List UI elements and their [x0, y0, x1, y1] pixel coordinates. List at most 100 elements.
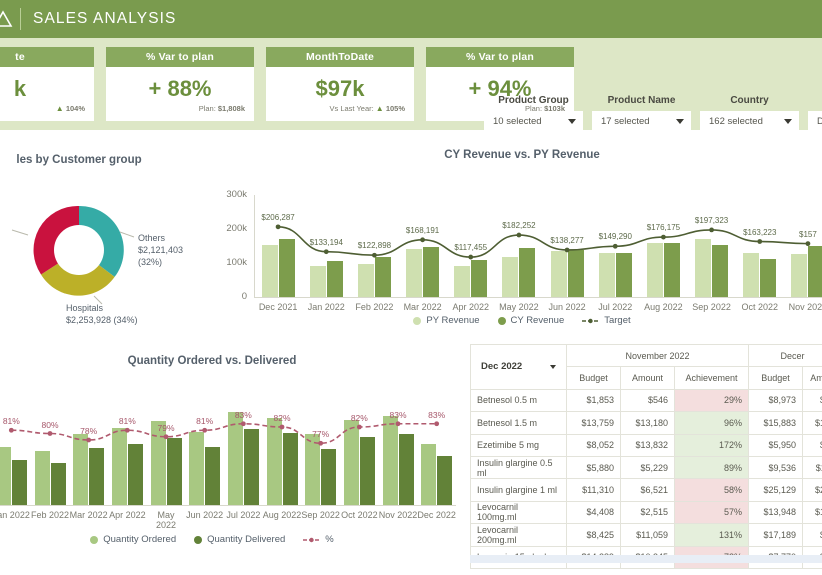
table-cell-r0-c3: 29% — [673, 388, 750, 413]
header-divider — [20, 8, 21, 30]
table-subheader-4[interactable]: Amo — [802, 366, 822, 390]
filter-0-label: Product Group — [498, 95, 569, 106]
table-cell-r6-c5: $4 — [802, 523, 822, 547]
table-row[interactable]: Ezetimibe 5 mg$8,052$13,832172%$5,950$6 — [470, 433, 822, 457]
qty-legend-swatch-0 — [90, 535, 99, 544]
cy-point-label-11: $157 — [799, 229, 817, 239]
filter-1-dropdown[interactable]: 17 selected — [592, 111, 691, 132]
table-row[interactable]: Betnesol 1.5 m$13,759$13,18096%$15,883$1… — [470, 411, 822, 435]
donut-chart: Others $2,121,403 (32%) Hospitals $2,253… — [0, 180, 196, 325]
filter-2-value: 162 selected — [709, 116, 763, 127]
table-period-label: Dec 2022 — [481, 361, 523, 373]
table-cell-r0-c5: $6 — [802, 388, 822, 413]
table-cell-r3-c2: $5,229 — [620, 455, 675, 480]
donut-hole — [54, 225, 104, 275]
cy-legend-swatch-0 — [413, 316, 422, 325]
chevron-down-icon — [784, 119, 792, 124]
cy-legend-item-2[interactable]: Target — [582, 315, 631, 326]
table-cell-r5-c5: $13 — [802, 500, 822, 525]
table-cell-r2-c0: Ezetimibe 5 mg — [470, 433, 567, 457]
qty-point-label-5: 81% — [196, 416, 214, 427]
qty-point-label-0: 81% — [2, 416, 20, 427]
cy-point-label-9: $197,323 — [694, 215, 729, 225]
table-cell-r0-c4: $8,973 — [748, 388, 804, 413]
cy-point-label-8: $176,175 — [646, 223, 681, 233]
qty-legend-swatch-1 — [194, 535, 203, 544]
qty-point-label-3: 81% — [118, 416, 136, 427]
cy-legend-label-1: CY Revenue — [510, 315, 565, 326]
kpi-card-1-body: + 88% Plan: $1,808k — [106, 67, 254, 121]
qty-legend-item-0[interactable]: Quantity Ordered — [90, 534, 176, 545]
table-cell-r4-c4: $25,129 — [748, 478, 804, 502]
filter-2-dropdown[interactable]: 162 selected — [700, 111, 799, 132]
filter-1: Product Name 17 selected — [592, 95, 691, 132]
horizontal-scrollbar[interactable] — [470, 555, 822, 563]
app-header: SALES ANALYSIS — [0, 0, 822, 38]
cy-py-legend: PY Revenue CY Revenue Target — [208, 315, 822, 326]
cy-legend-line-icon — [582, 317, 600, 325]
kpi-card-2-subtext: Vs Last Year: ▲ 105% — [329, 104, 406, 114]
qty-point-label-2: 78% — [80, 426, 98, 436]
donut-label-hospitals-value: $2,253,928 (34%) — [66, 315, 138, 326]
table-subheader-1[interactable]: Amount — [620, 366, 675, 390]
table-cell-r1-c1: $13,759 — [566, 411, 621, 435]
filter-3-dropdown[interactable]: Do — [808, 111, 822, 132]
table-cell-r6-c3: 131% — [673, 523, 750, 547]
table-cell-r1-c2: $13,180 — [620, 411, 675, 435]
qty-legend-item-1[interactable]: Quantity Delivered — [194, 534, 285, 545]
table-cell-r4-c1: $11,310 — [566, 478, 621, 502]
filter-1-label: Product Name — [607, 95, 676, 106]
cy-point-label-3: $168,191 — [405, 225, 440, 235]
filter-0: Product Group 10 selected — [484, 95, 583, 132]
table-group-header-row: Dec 2022 November 2022 Decer — [470, 343, 822, 390]
table-cell-r5-c0: Levocarnil 100mg.ml — [470, 500, 567, 525]
filter-bar: Product Group 10 selected Product Name 17 s… — [484, 95, 822, 132]
table-row[interactable]: Levocarnil 200mg.ml $8,425 $11,059 131% $17,… — [470, 523, 822, 547]
table-cell-r2-c2: $13,832 — [620, 433, 675, 457]
kpi-card-2-value: $97k — [315, 75, 365, 101]
table-cell-r4-c3: 58% — [673, 478, 750, 502]
table-subheader-0[interactable]: Budget — [566, 366, 621, 390]
page-title: SALES ANALYSIS — [33, 10, 177, 27]
cy-point-label-1: $133,194 — [309, 237, 343, 247]
table-cell-r2-c4: $5,950 — [748, 433, 804, 457]
table-subheader-3[interactable]: Budget — [748, 366, 804, 390]
achievement-table: Dec 2022 November 2022 Decer Budget Amoun… — [470, 343, 822, 569]
table-cell-r0-c0: Betnesol 0.5 m — [470, 388, 567, 413]
chevron-down-icon — [568, 119, 576, 124]
qty-point-label-9: 82% — [350, 413, 368, 423]
table-cell-r3-c5: $11 — [802, 455, 822, 480]
table-cell-r2-c5: $6 — [802, 433, 822, 457]
table-row[interactable]: Insulin glargine 0.5 ml $5,880 $5,229 89% $9… — [470, 455, 822, 480]
table-row[interactable]: Betnesol 0.5 m$1,853$54629%$8,973$6 — [470, 388, 822, 413]
cy-legend-item-1[interactable]: CY Revenue — [497, 315, 565, 326]
qty-point-label-7: 82% — [273, 413, 291, 423]
kpi-card-3-header: % Var to plan — [426, 47, 574, 67]
table-subheader-2[interactable]: Achievement — [673, 366, 750, 390]
kpi-card-0-value: k — [13, 75, 27, 101]
cy-point-label-0: $206,287 — [261, 212, 295, 222]
cy-point-label-10: $163,223 — [743, 227, 777, 237]
table-period-selector[interactable]: Dec 2022 — [470, 344, 567, 390]
filter-1-value: 17 selected — [601, 116, 650, 127]
kpi-card-2-body: $97k Vs Last Year: ▲ 105% — [266, 67, 414, 121]
filter-0-value: 10 selected — [493, 116, 542, 127]
qty-plot-area: Jan 2022Feb 2022Mar 2022Apr 2022May 2022… — [0, 377, 462, 530]
table-group-december: Decer — [748, 343, 822, 368]
cy-legend-item-0[interactable]: PY Revenue — [413, 315, 480, 326]
table-cell-r5-c3: 57% — [673, 500, 750, 525]
table-row[interactable]: Levocarnil 100mg.ml $4,408 $2,515 57% $13,94… — [470, 500, 822, 525]
qty-legend-item-2[interactable]: % — [303, 534, 334, 545]
qty-legend-label-2: % — [325, 534, 334, 545]
table-cell-r3-c4: $9,536 — [748, 455, 804, 480]
donut-label-others: Others $2,121,403 (32%) — [138, 232, 196, 268]
donut-label-others-value: $2,121,403 (32%) — [138, 245, 184, 268]
qty-point-label-10: 83% — [389, 409, 407, 420]
filter-0-dropdown[interactable]: 10 selected — [484, 111, 583, 132]
filter-3: Do — [808, 95, 822, 132]
table-cell-r4-c2: $6,521 — [620, 478, 675, 502]
table-row[interactable]: Insulin glargine 1 ml $11,310 $6,521 58% $25… — [470, 478, 822, 502]
filter-3-value: Do — [817, 116, 822, 127]
quantity-panel: Quantity Ordered vs. Delivered Jan 2022F… — [0, 344, 462, 575]
filter-2: Country 162 selected — [700, 95, 799, 132]
